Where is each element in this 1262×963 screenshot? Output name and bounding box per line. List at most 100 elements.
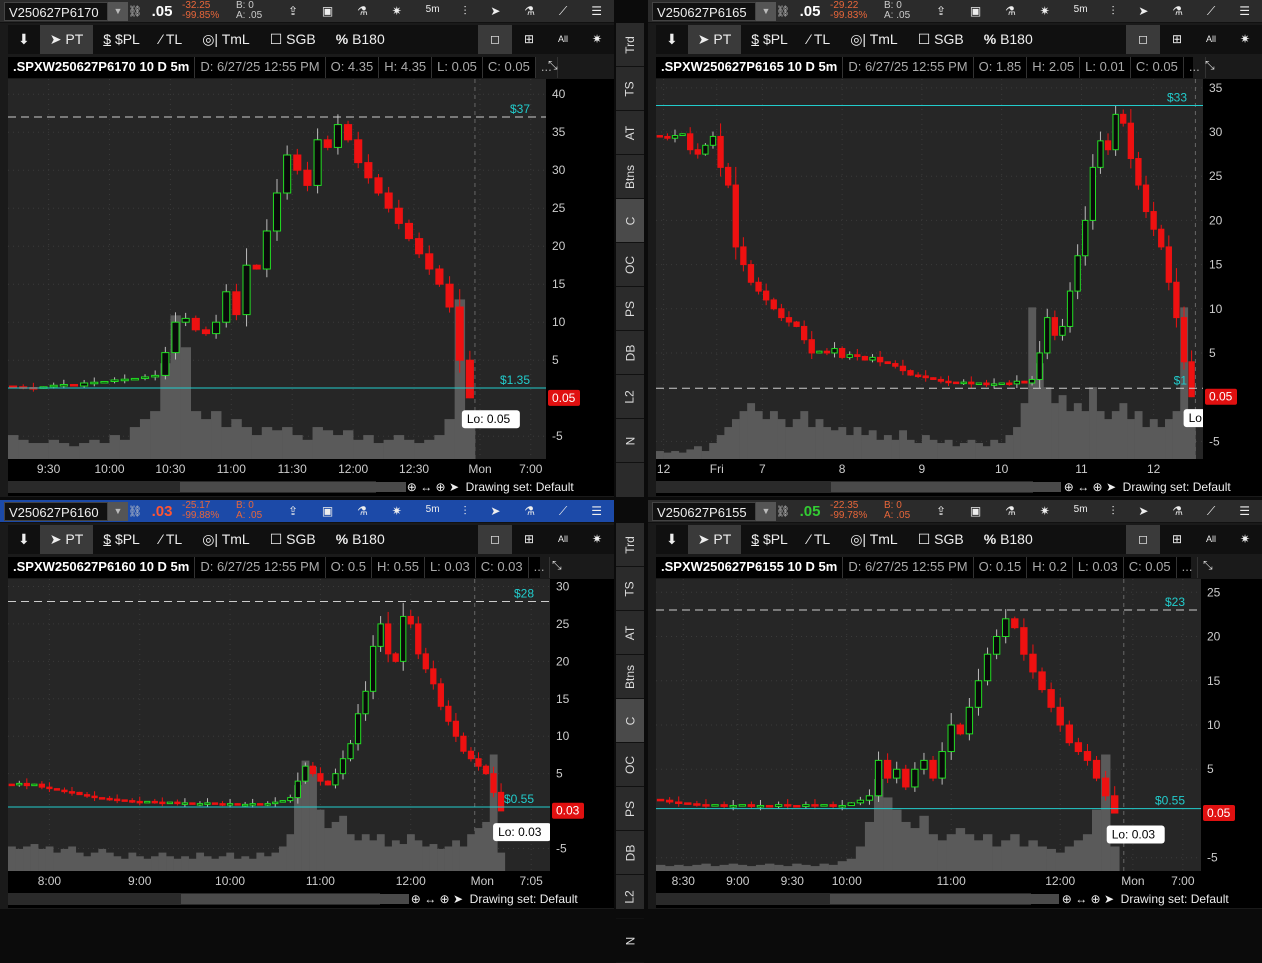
time-axis[interactable]: 8:00 9:00 10:00 11:00 12:00 Mon 7:05 [8,871,550,890]
b180-tool-button[interactable]: % B180 [326,525,395,554]
side-tab-ts[interactable]: TS [616,67,644,111]
symbol-input[interactable]: V250627P6165 [652,1,756,21]
pointer-tool-button[interactable]: ➤ PT [39,25,94,54]
drawing-set-label[interactable]: Drawing set: Default [470,892,578,906]
grid-layout-button[interactable]: ⊞ [1160,525,1194,554]
toolbar-gear-icon[interactable]: ✷ [1228,25,1262,54]
price-axis[interactable]: 30 25 20 15 10 5 -5 0.03 [550,579,614,890]
studies-flask-icon[interactable]: ⚗ [1168,504,1187,519]
candle-style-icon[interactable]: ⫶ [1107,4,1118,19]
flask-icon[interactable]: ⚗ [353,4,372,19]
grid-layout-button[interactable]: ⊞ [512,525,546,554]
side-tab-trd[interactable]: Trd [616,523,644,567]
price-plot[interactable]: $23 $0.55 Lo: 0.03 [656,579,1201,871]
single-layout-button[interactable]: ◻ [1126,25,1160,54]
menu-icon[interactable]: ☰ [587,4,606,19]
side-tab-l2[interactable]: L2 [616,375,644,419]
price-plot[interactable]: $33 $1 Lo: 0.01 [656,79,1203,459]
side-tab-btns[interactable]: Btns [616,155,644,199]
drawing-icon[interactable]: ⟋ [555,4,571,19]
b180-tool-button[interactable]: % B180 [326,25,395,54]
menu-icon[interactable]: ☰ [1235,4,1254,19]
sgb-tool-button[interactable]: ☐ SGB [260,525,326,554]
gear-icon[interactable]: ✷ [388,4,406,19]
side-tab-l2[interactable]: L2 [616,875,644,919]
cursor-icon[interactable]: ➤ [1134,504,1152,519]
side-tab-n[interactable]: N [616,419,644,463]
drawing-set-label[interactable]: Drawing set: Default [1123,480,1231,494]
alert-icon[interactable]: ▣ [966,504,985,519]
share-icon[interactable]: ⇪ [932,504,950,519]
time-axis[interactable]: 9:30 10:00 10:30 11:00 11:30 12:00 12:30 Mon 7:0… [8,459,546,478]
alert-icon[interactable]: ▣ [318,504,337,519]
time-axis[interactable]: 8:30 9:00 9:30 10:00 11:00 12:00 Mon 7:00 [656,871,1201,890]
spl-tool-button[interactable]: $ $PL [93,525,150,554]
price-axis[interactable]: 35 30 25 20 15 10 5 -5 0.05 [1203,79,1262,478]
side-tab-db[interactable]: DB [616,331,644,375]
cursor-icon[interactable]: ➤ [449,480,459,494]
trendline-tool-button[interactable]: ⁄ TL [150,25,192,54]
grid-layout-button[interactable]: ⊞ [1160,25,1194,54]
price-plot[interactable]: $37 $1.35 Lo: 0.05 [8,79,546,459]
menu-icon[interactable]: ☰ [587,504,606,519]
zoom-in-icon[interactable]: ⊕ [411,892,421,906]
horizontal-scrollbar[interactable] [656,893,1060,905]
scrollbar-thumb[interactable] [181,894,410,904]
sgb-tool-button[interactable]: ☐ SGB [908,525,974,554]
single-layout-button[interactable]: ◻ [478,25,512,54]
trendline-tool-button[interactable]: ⁄ TL [798,25,840,54]
zoom-in-icon[interactable]: ⊕ [1064,480,1074,494]
timeline-tool-button[interactable]: ◎| TmL [192,525,260,554]
side-tab-btns[interactable]: Btns [616,655,644,699]
cursor-icon[interactable]: ➤ [1134,4,1152,19]
side-tab-c[interactable]: C [616,699,644,743]
pin-button[interactable]: ⬇ [656,525,688,554]
symbol-dropdown-icon[interactable]: ▼ [108,1,128,21]
horizontal-scrollbar[interactable] [656,481,1061,493]
b180-tool-button[interactable]: % B180 [974,525,1043,554]
pointer-tool-button[interactable]: ➤ PT [687,525,742,554]
timeframe-button[interactable]: 5m [1070,4,1092,19]
more-button[interactable]: ... [1184,57,1206,78]
symbol-dropdown-icon[interactable]: ▼ [756,501,776,521]
scrollbar-thumb[interactable] [831,482,1061,492]
gear-icon[interactable]: ✷ [1036,504,1054,519]
share-icon[interactable]: ⇪ [932,4,950,19]
horizontal-scrollbar[interactable] [8,893,410,905]
side-tab-n[interactable]: N [616,919,644,963]
pan-icon[interactable]: ↔ [424,892,436,906]
candle-style-icon[interactable]: ⫶ [1107,504,1118,519]
spl-tool-button[interactable]: $ $PL [93,25,150,54]
symbol-input[interactable]: V250627P6170 [4,1,108,21]
cursor-icon[interactable]: ➤ [1104,892,1114,906]
crosshair-icon[interactable]: ⊕ [1093,480,1103,494]
cursor-icon[interactable]: ➤ [486,504,504,519]
side-tab-trd[interactable]: Trd [616,23,644,67]
studies-flask-icon[interactable]: ⚗ [520,504,539,519]
more-button[interactable]: ... [1177,557,1199,578]
collapse-icon[interactable]: ⤡ [548,58,558,73]
side-tab-ts[interactable]: TS [616,567,644,611]
collapse-icon[interactable]: ⤡ [552,558,562,573]
b180-tool-button[interactable]: % B180 [974,25,1043,54]
cursor-icon[interactable]: ➤ [453,892,463,906]
drawing-icon[interactable]: ⟋ [555,504,571,519]
horizontal-scrollbar[interactable] [8,481,407,493]
candle-style-icon[interactable]: ⫶ [459,504,470,519]
collapse-icon[interactable]: ⤡ [1205,58,1215,73]
toolbar-gear-icon[interactable]: ✷ [580,525,614,554]
drawing-icon[interactable]: ⟋ [1203,504,1219,519]
side-tab-at[interactable]: AT [616,611,644,655]
sgb-tool-button[interactable]: ☐ SGB [260,25,326,54]
alert-icon[interactable]: ▣ [318,4,337,19]
price-axis[interactable]: 40 35 30 25 20 15 10 5 -5 0.05 [546,79,614,478]
pin-button[interactable]: ⬇ [656,25,688,54]
pan-icon[interactable]: ↔ [1077,480,1089,494]
side-tab-at[interactable]: AT [616,111,644,155]
side-tab-oc[interactable]: OC [616,243,644,287]
single-layout-button[interactable]: ◻ [1126,525,1160,554]
toolbar-gear-icon[interactable]: ✷ [580,25,614,54]
grid-layout-button[interactable]: ⊞ [512,25,546,54]
sgb-tool-button[interactable]: ☐ SGB [908,25,974,54]
share-icon[interactable]: ⇪ [284,504,302,519]
